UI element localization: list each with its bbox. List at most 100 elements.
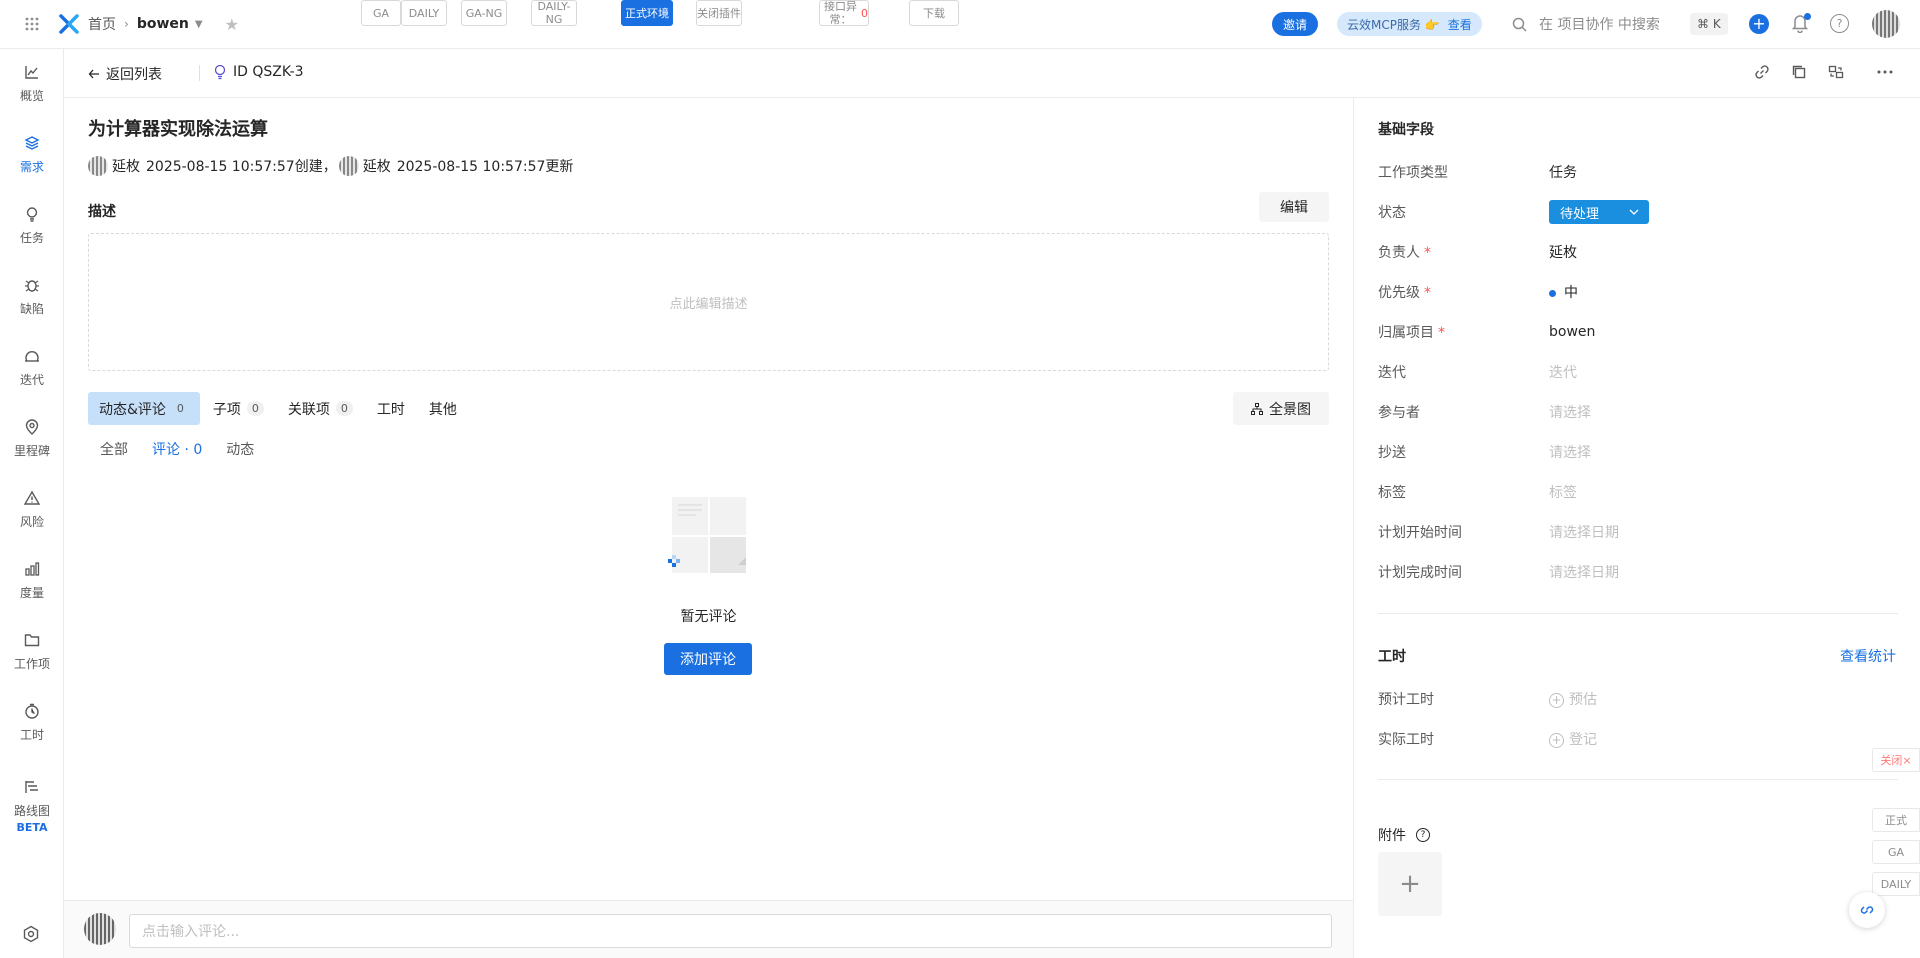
comment-input[interactable]: 点击输入评论... bbox=[129, 914, 1332, 948]
env-chip-daily[interactable]: DAILY bbox=[401, 0, 447, 26]
float-prod-tag[interactable]: 正式 bbox=[1872, 808, 1920, 832]
back-to-list-button[interactable]: 返回列表 bbox=[88, 64, 162, 84]
description-editor[interactable]: 点此编辑描述 bbox=[88, 233, 1329, 371]
tab-worktime[interactable]: 工时 bbox=[366, 392, 416, 425]
nav-label: 迭代 bbox=[19, 372, 44, 387]
app-grid-icon[interactable] bbox=[0, 0, 64, 49]
env-chip-prod[interactable]: 正式环境 bbox=[621, 0, 673, 26]
api-errors-count: 0 bbox=[861, 6, 868, 20]
overview-label: 全景图 bbox=[1269, 401, 1311, 418]
assistant-link-icon[interactable] bbox=[1849, 892, 1885, 928]
settings-gear-icon[interactable] bbox=[22, 925, 42, 945]
detail-header: 返回列表 ID QSZK-3 bbox=[64, 49, 1920, 98]
field-plan-start[interactable]: 计划开始时间 请选择日期 bbox=[1378, 521, 1898, 543]
avatar bbox=[338, 156, 359, 176]
tab-activity-comments[interactable]: 动态&评论 0 bbox=[88, 392, 200, 425]
field-assignee[interactable]: 负责人 * 延枚 bbox=[1378, 241, 1898, 263]
invite-button[interactable]: 邀请 bbox=[1272, 12, 1319, 36]
tab-count: 0 bbox=[246, 401, 264, 416]
copy-icon[interactable] bbox=[1790, 63, 1808, 81]
create-plus-icon[interactable]: + bbox=[1749, 14, 1769, 34]
switch-icon[interactable] bbox=[1827, 63, 1845, 81]
field-label: 实际工时 bbox=[1378, 732, 1434, 748]
field-value: 迭代 bbox=[1549, 365, 1577, 381]
nav-label: 度量 bbox=[19, 585, 44, 600]
field-participants[interactable]: 参与者 请选择 bbox=[1378, 401, 1898, 423]
float-ga-tag[interactable]: GA bbox=[1872, 840, 1920, 864]
field-priority[interactable]: 优先级 * 中 bbox=[1378, 281, 1898, 303]
field-label: 优先级 * bbox=[1378, 282, 1549, 302]
nav-item-iterations[interactable]: 迭代 bbox=[0, 339, 64, 395]
item-id[interactable]: ID QSZK-3 bbox=[201, 64, 304, 80]
priority-text: 中 bbox=[1564, 285, 1578, 301]
add-comment-button[interactable]: 添加评论 bbox=[664, 643, 752, 675]
item-id-label: ID QSZK-3 bbox=[233, 64, 304, 80]
nav-item-roadmap[interactable]: 路线图 BETA bbox=[0, 773, 64, 839]
filter-activity[interactable]: 动态 bbox=[226, 439, 254, 459]
filter-comments[interactable]: 评论 · 0 bbox=[152, 439, 202, 459]
tab-label: 子项 bbox=[212, 401, 241, 418]
nav-item-tasks[interactable]: 任务 bbox=[0, 197, 64, 253]
tab-other[interactable]: 其他 bbox=[418, 392, 468, 425]
field-iteration[interactable]: 迭代 迭代 bbox=[1378, 361, 1898, 383]
env-chip-daily-ng[interactable]: DAILY-NG bbox=[531, 0, 577, 26]
field-label: 归属项目 * bbox=[1378, 322, 1549, 342]
caret-down-icon[interactable]: ▼ bbox=[195, 19, 203, 30]
nav-item-milestones[interactable]: 里程碑 bbox=[0, 410, 64, 466]
mcp-banner[interactable]: 云效MCP服务 👉 查看 bbox=[1337, 12, 1482, 36]
breadcrumb-home[interactable]: 首页 bbox=[88, 14, 116, 34]
estimate-action[interactable]: + 预估 bbox=[1549, 689, 1597, 709]
warning-icon bbox=[23, 489, 41, 507]
notification-bell-icon[interactable] bbox=[1791, 13, 1811, 35]
page-title[interactable]: 为计算器实现除法运算 bbox=[88, 115, 268, 141]
view-stats-link[interactable]: 查看统计 bbox=[1840, 646, 1896, 666]
global-search[interactable]: 在 项目协作 中搜索 bbox=[1512, 12, 1660, 36]
field-plan-end[interactable]: 计划完成时间 请选择日期 bbox=[1378, 561, 1898, 583]
link-icon[interactable] bbox=[1753, 63, 1771, 81]
nav-item-workitems[interactable]: 工作项 bbox=[0, 623, 64, 679]
mcp-view-link[interactable]: 查看 bbox=[1448, 16, 1472, 33]
env-chip-ga[interactable]: GA bbox=[361, 0, 401, 26]
float-daily-tag[interactable]: DAILY bbox=[1872, 872, 1920, 896]
updated-time: 2025-08-15 10:57:57更新 bbox=[396, 159, 574, 175]
float-close-tag[interactable]: 关闭× bbox=[1872, 748, 1920, 772]
field-label: 预计工时 bbox=[1378, 692, 1434, 708]
log-text: 登记 bbox=[1569, 732, 1597, 748]
field-cc[interactable]: 抄送 请选择 bbox=[1378, 441, 1898, 463]
env-chip-download[interactable]: 下载 bbox=[909, 0, 959, 26]
env-chip-api-errors[interactable]: 接口异常： 0 bbox=[819, 0, 869, 26]
status-dropdown[interactable]: 待处理 bbox=[1549, 200, 1649, 224]
filter-all[interactable]: 全部 bbox=[100, 439, 128, 459]
iteration-icon bbox=[23, 347, 41, 365]
add-attachment-button[interactable]: + bbox=[1378, 852, 1442, 916]
folder-icon bbox=[23, 631, 41, 649]
overview-button[interactable]: 全景图 bbox=[1233, 392, 1329, 425]
tab-subitems[interactable]: 子项 0 bbox=[202, 392, 275, 425]
nav-label: 需求 bbox=[19, 159, 44, 174]
help-icon[interactable]: ? bbox=[1416, 828, 1430, 842]
basic-fields-title: 基础字段 bbox=[1378, 122, 1434, 138]
field-value: 标签 bbox=[1549, 485, 1577, 501]
search-placeholder: 在 项目协作 中搜索 bbox=[1539, 17, 1660, 33]
nav-item-requirements[interactable]: 需求 bbox=[0, 126, 64, 182]
nav-item-bugs[interactable]: 缺陷 bbox=[0, 268, 64, 324]
user-avatar[interactable] bbox=[1872, 10, 1900, 38]
env-chip-ga-ng[interactable]: GA-NG bbox=[461, 0, 507, 26]
star-icon[interactable]: ★ bbox=[225, 15, 239, 34]
tab-related[interactable]: 关联项 0 bbox=[277, 392, 364, 425]
help-icon[interactable]: ? bbox=[1830, 14, 1849, 33]
priority-dot bbox=[1549, 290, 1556, 297]
project-name[interactable]: bowen bbox=[137, 16, 189, 32]
nav-item-worktime[interactable]: 工时 bbox=[0, 694, 64, 750]
log-action[interactable]: + 登记 bbox=[1549, 729, 1597, 749]
logo-icon[interactable] bbox=[58, 13, 80, 35]
edit-description-button[interactable]: 编辑 bbox=[1259, 192, 1329, 222]
field-project[interactable]: 归属项目 * bowen bbox=[1378, 321, 1898, 343]
env-chip-close-plugin[interactable]: 关闭插件 bbox=[696, 0, 742, 26]
nav-item-overview[interactable]: 概览 bbox=[0, 55, 64, 111]
more-icon[interactable] bbox=[1876, 63, 1894, 81]
nav-item-metrics[interactable]: 度量 bbox=[0, 552, 64, 608]
field-tags[interactable]: 标签 标签 bbox=[1378, 481, 1898, 503]
field-type[interactable]: 工作项类型 任务 bbox=[1378, 161, 1898, 183]
nav-item-risks[interactable]: 风险 bbox=[0, 481, 64, 537]
